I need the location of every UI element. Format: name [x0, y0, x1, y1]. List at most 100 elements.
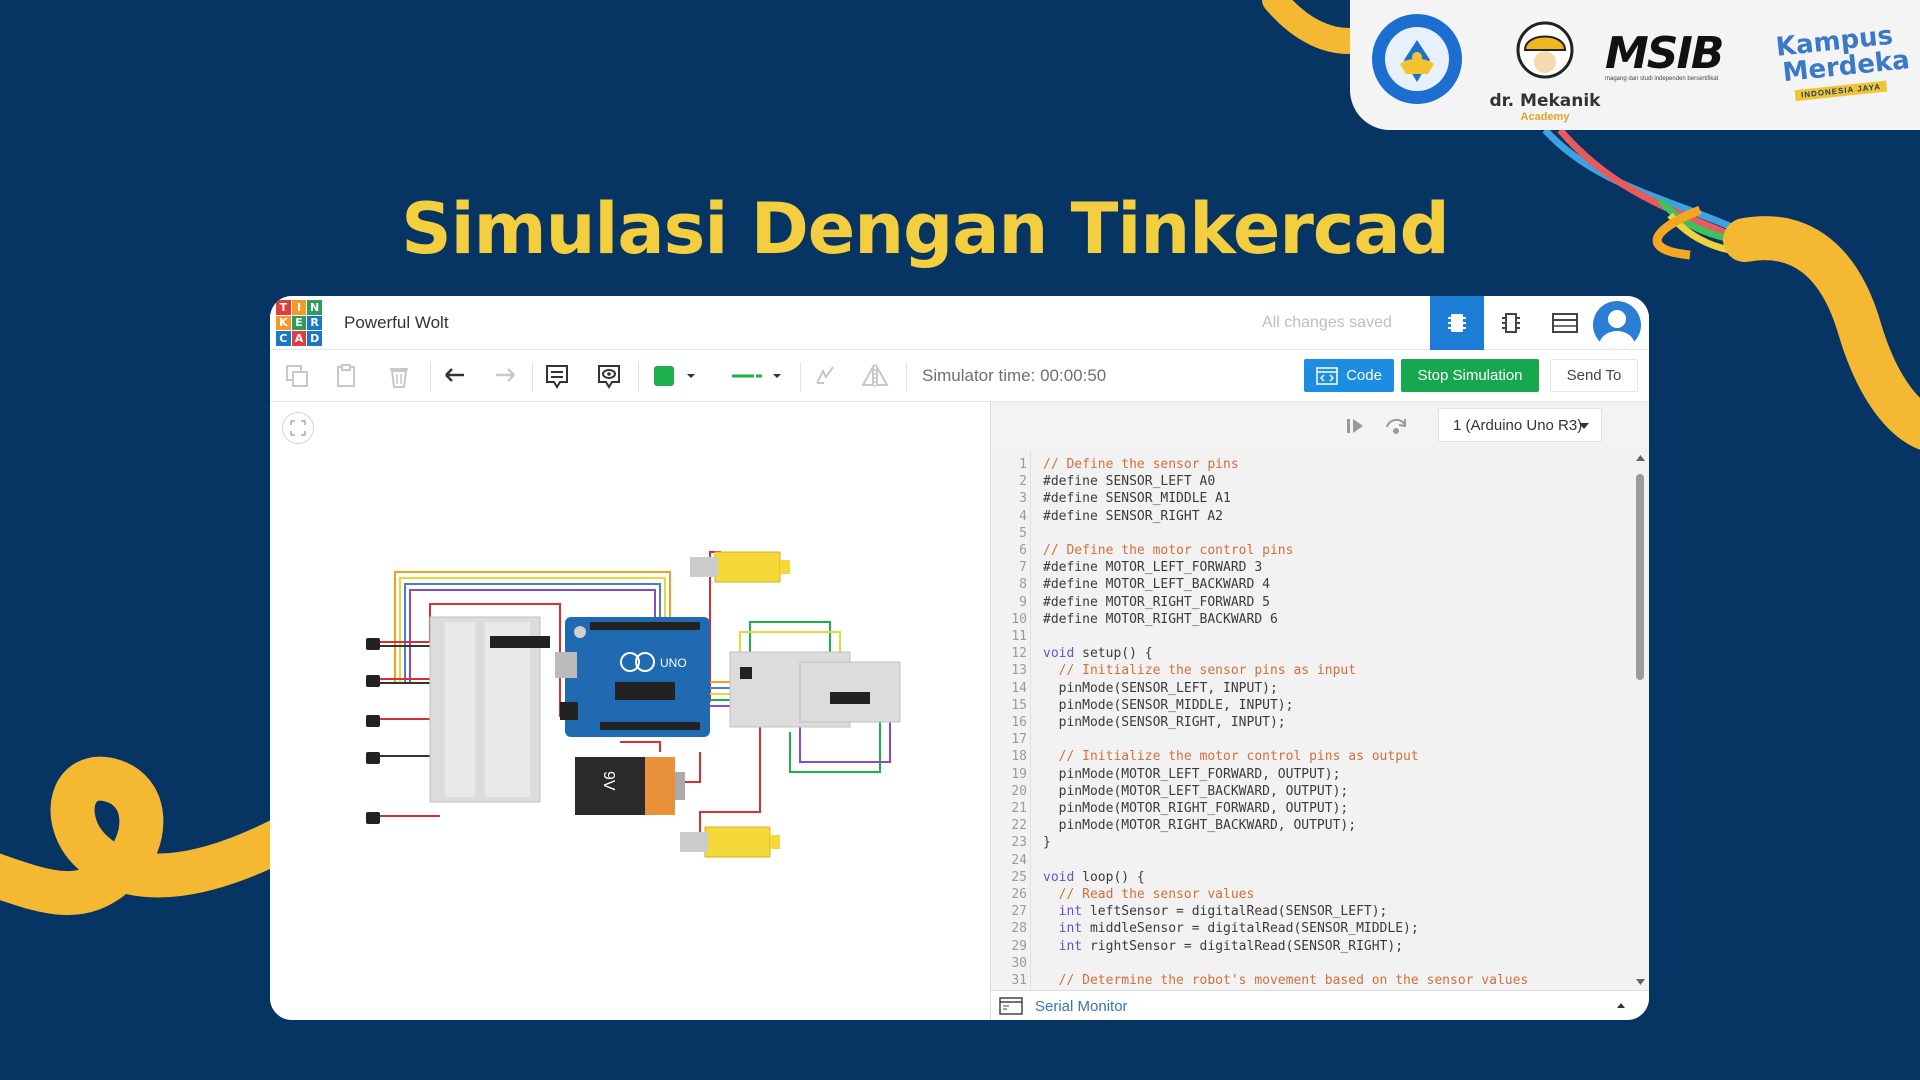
redo-button[interactable]	[488, 360, 522, 392]
code-line: 21 pinMode(MOTOR_RIGHT_FORWARD, OUTPUT);	[991, 800, 1631, 817]
editor-scrollbar[interactable]	[1631, 450, 1649, 990]
notes-button[interactable]	[540, 360, 574, 392]
code-line: 16 pinMode(SENSOR_RIGHT, INPUT);	[991, 714, 1631, 731]
code-line: 20 pinMode(MOTOR_LEFT_BACKWARD, OUTPUT);	[991, 783, 1631, 800]
toolbar-divider	[430, 362, 431, 392]
fit-view-button[interactable]	[282, 412, 314, 444]
tinkercad-window: TIN KER CAD Powerful Wolt All changes save…	[270, 296, 1649, 1020]
ir-sensor	[366, 812, 380, 824]
undo-icon	[445, 368, 464, 382]
fullscreen-icon	[290, 420, 306, 436]
dc-motor-top	[714, 551, 781, 583]
line-number: 24	[1011, 852, 1027, 868]
code-text: int rightSensor = digitalRead(SENSOR_RIG…	[1058, 938, 1404, 954]
note-icon	[546, 365, 568, 389]
color-picker[interactable]	[648, 360, 704, 392]
toolbar-divider	[800, 362, 801, 392]
component-list-button[interactable]	[1538, 296, 1592, 350]
tinkercad-logo[interactable]: TIN KER CAD	[276, 300, 322, 346]
circuit-view-button[interactable]	[1430, 296, 1484, 350]
code-text: pinMode(MOTOR_RIGHT_FORWARD, OUTPUT);	[1043, 801, 1349, 816]
code-line: 15 pinMode(SENSOR_MIDDLE, INPUT);	[991, 697, 1631, 714]
ir-sensor	[366, 638, 380, 650]
step-over-button[interactable]	[1384, 415, 1408, 442]
line-number: 12	[1011, 646, 1027, 662]
paste-icon	[337, 364, 355, 387]
undo-button[interactable]	[438, 360, 472, 392]
logo-letter: T	[276, 300, 291, 315]
chevron-down-icon	[1579, 423, 1589, 429]
schematic-view-button[interactable]	[1484, 296, 1538, 350]
serial-monitor-bar[interactable]: Serial Monitor	[991, 990, 1649, 1020]
copy-button[interactable]	[280, 360, 314, 392]
scroll-down-icon	[1636, 979, 1645, 985]
code-line: 23}	[991, 834, 1631, 851]
line-number: 6	[1019, 543, 1027, 558]
code-text: #define MOTOR_RIGHT_FORWARD 5	[1043, 594, 1270, 610]
code-line: 13 // Initialize the sensor pins as inpu…	[991, 662, 1631, 679]
code-button[interactable]: Code	[1304, 359, 1394, 392]
code-text: #define MOTOR_LEFT_BACKWARD 4	[1043, 577, 1270, 593]
code-text: // Read the sensor values	[1043, 887, 1255, 902]
code-line: 17	[991, 731, 1631, 748]
toolbar-divider	[638, 362, 639, 392]
rotate-button[interactable]	[808, 360, 842, 392]
code-line: 6 // Define the motor control pins	[991, 542, 1631, 559]
code-text-area[interactable]: 1 // Define the sensor pins 2 #define SENSO…	[991, 450, 1631, 990]
send-to-button[interactable]: Send To	[1550, 359, 1638, 392]
code-line: 8 #define MOTOR_LEFT_BACKWARD 4	[991, 576, 1631, 593]
code-line: 12 void setup() {	[991, 645, 1631, 662]
line-number: 1	[1019, 457, 1027, 472]
editor-header: 1 (Arduino Uno R3)	[991, 402, 1649, 450]
line-number: 13	[1011, 663, 1027, 679]
play-step-icon	[1347, 419, 1363, 433]
msib-logo: MSIB magang dan studi independen bersert…	[1605, 28, 1755, 83]
paste-button[interactable]	[330, 360, 364, 392]
ir-sensor	[366, 752, 380, 764]
slide-title: Simulasi Dengan Tinkercad	[401, 188, 1450, 270]
code-text: }	[1043, 835, 1051, 851]
scrollbar-thumb[interactable]	[1636, 474, 1644, 680]
step-button[interactable]	[1344, 415, 1366, 442]
color-swatch	[654, 366, 674, 386]
circuit-diagram: UNO 9V	[366, 551, 901, 858]
ir-sensor	[366, 715, 380, 727]
line-number: 19	[1011, 766, 1027, 782]
code-line: 9 #define MOTOR_RIGHT_FORWARD 5	[991, 594, 1631, 611]
scroll-up-icon	[1636, 455, 1645, 461]
wire-type-picker[interactable]	[726, 360, 788, 392]
redo-icon	[496, 368, 515, 382]
code-line: 22 pinMode(MOTOR_RIGHT_BACKWARD, OUTPUT)…	[991, 817, 1631, 834]
line-number: 8	[1019, 577, 1027, 593]
toggle-notes-button[interactable]	[592, 360, 626, 392]
code-line: 5	[991, 525, 1631, 542]
code-line: 7 #define MOTOR_LEFT_FORWARD 3	[991, 559, 1631, 576]
line-number: 21	[1011, 801, 1027, 816]
flip-button[interactable]	[858, 360, 892, 392]
user-avatar[interactable]	[1593, 301, 1641, 349]
arduino-uno-board	[565, 617, 710, 737]
copy-icon	[286, 365, 308, 387]
delete-button[interactable]	[382, 360, 416, 392]
device-select-value: 1 (Arduino Uno R3)	[1453, 416, 1583, 434]
project-name[interactable]: Powerful Wolt	[344, 313, 449, 333]
stop-simulation-button[interactable]: Stop Simulation	[1401, 359, 1539, 392]
line-number: 4	[1019, 508, 1027, 524]
code-text: int leftSensor = digitalRead(SENSOR_LEFT…	[1058, 904, 1388, 920]
code-text: #define SENSOR_MIDDLE A1	[1043, 491, 1231, 507]
indonesia-jaya-text: INDONESIA JAYA	[1794, 80, 1888, 102]
chip-icon	[1448, 314, 1466, 332]
line-number: 26	[1011, 887, 1027, 902]
msib-text: MSIB	[1605, 28, 1724, 79]
code-text: pinMode(SENSOR_RIGHT, INPUT);	[1043, 715, 1286, 730]
line-number: 3	[1019, 491, 1027, 507]
ir-sensor	[366, 675, 380, 687]
eye-icon	[598, 365, 620, 389]
code-line: 24	[991, 852, 1631, 869]
code-line: 14 pinMode(SENSOR_LEFT, INPUT);	[991, 680, 1631, 697]
tut-wuri-handayani-logo	[1372, 14, 1462, 104]
logo-letter: K	[276, 315, 291, 331]
circuit-canvas[interactable]: UNO 9V	[270, 402, 990, 1020]
code-text: pinMode(MOTOR_LEFT_FORWARD, OUTPUT);	[1043, 766, 1341, 782]
device-select[interactable]: 1 (Arduino Uno R3)	[1438, 408, 1602, 442]
